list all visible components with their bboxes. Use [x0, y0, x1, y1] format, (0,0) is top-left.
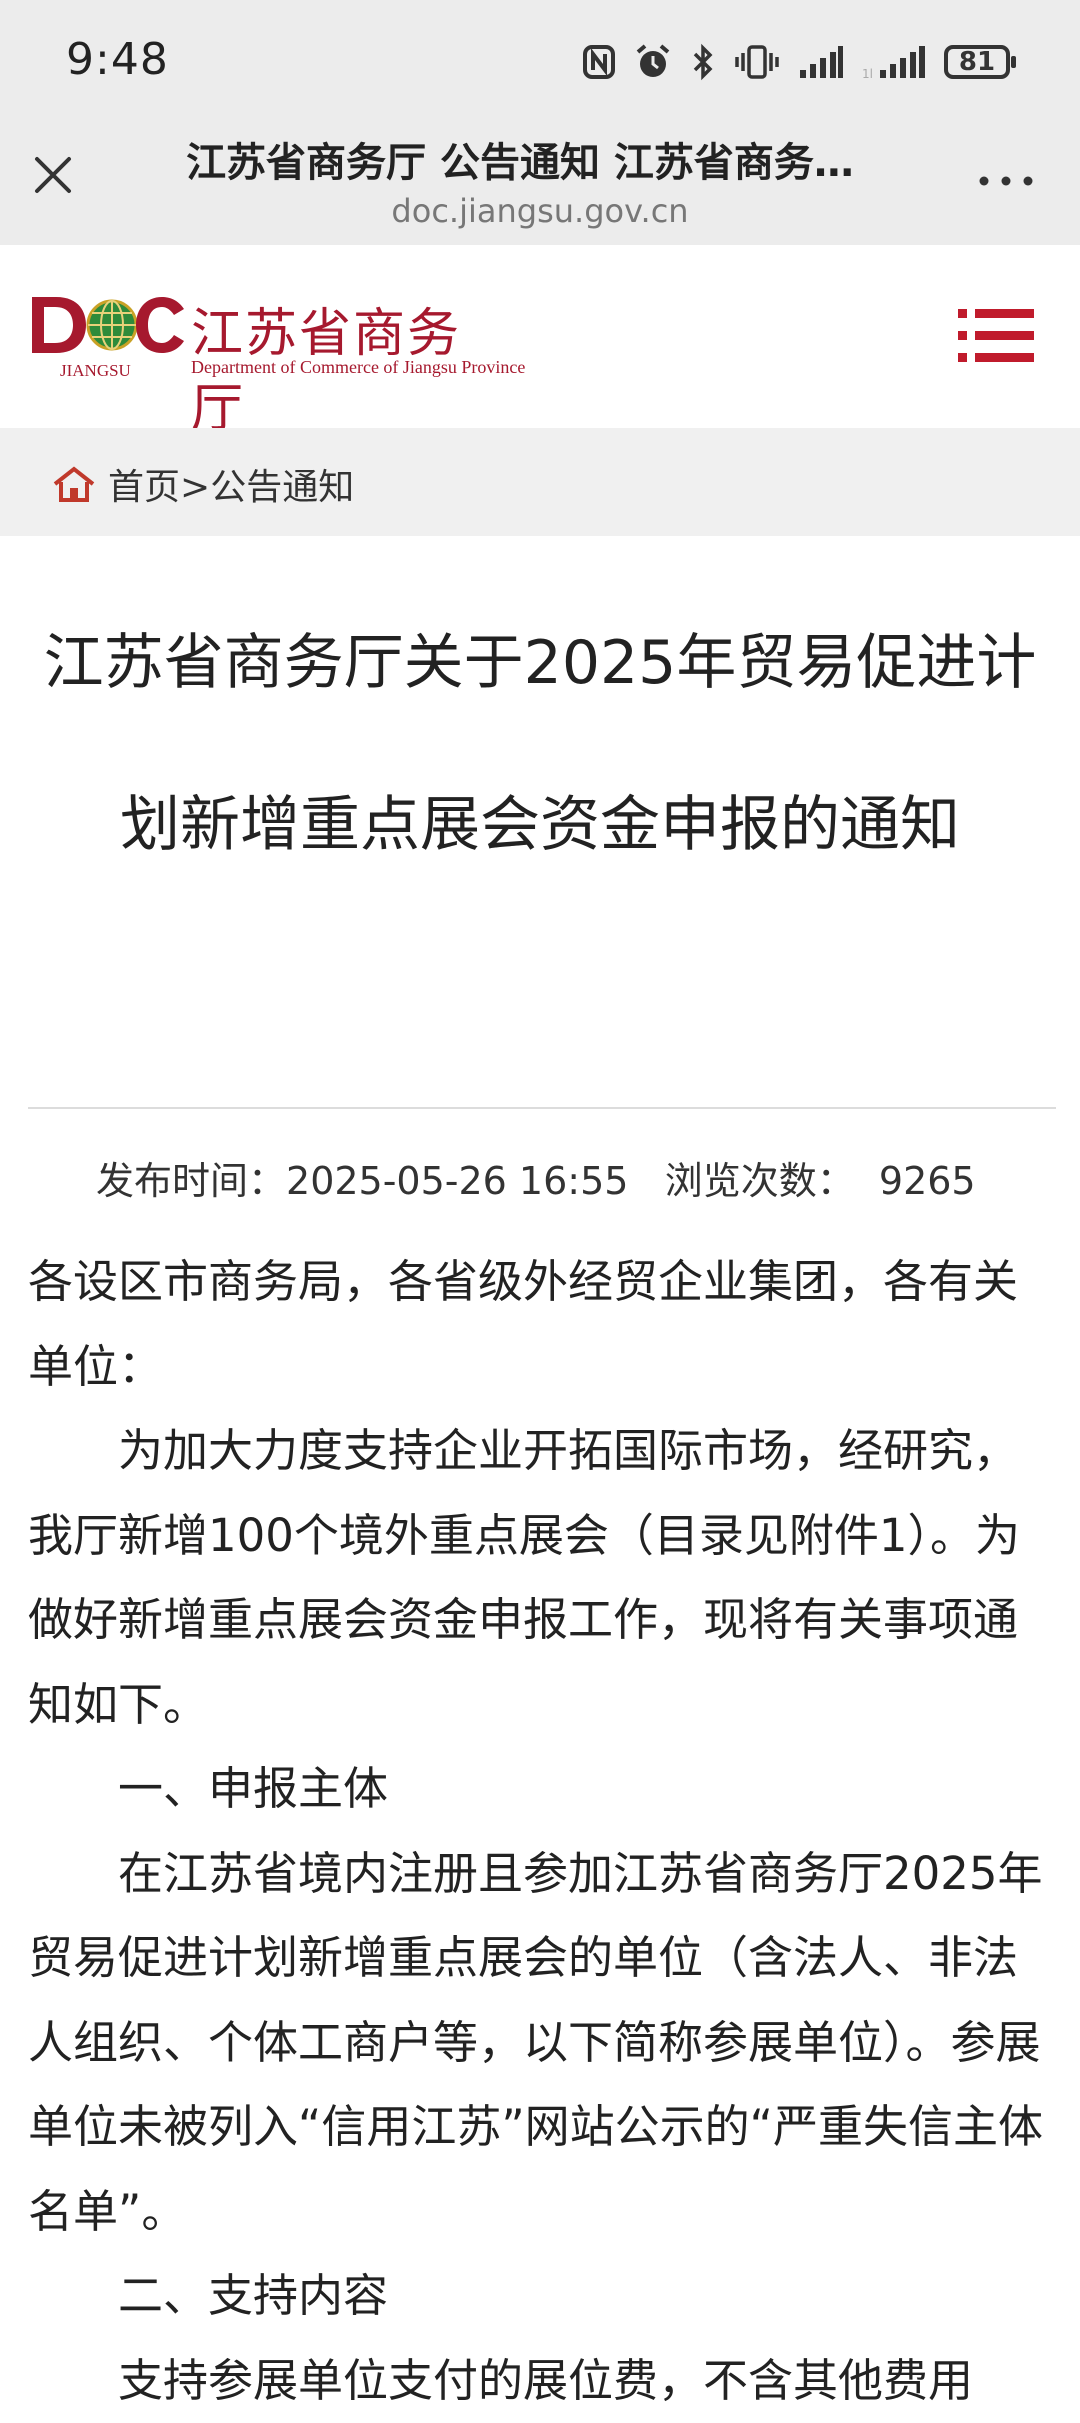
salutation: 各设区市商务局，各省级外经贸企业集团，各有关单位：	[28, 1240, 1056, 1409]
site-header: JIANGSU 江苏省商务厅 Department of Commerce of…	[0, 245, 1080, 428]
alarm-icon	[634, 43, 672, 81]
article-meta: 发布时间：2025-05-26 16:55 浏览次数： 9265	[96, 1150, 976, 1205]
status-icons: 1l 81	[582, 40, 1010, 84]
signal-2-icon: 1l	[862, 44, 926, 80]
breadcrumb-separator: >	[180, 467, 210, 508]
signal-icon	[798, 44, 844, 80]
doc-logo-icon	[28, 291, 188, 361]
battery-icon: 81	[944, 45, 1010, 79]
bluetooth-icon	[690, 43, 716, 81]
paragraph: 为加大力度支持企业开拓国际市场，经研究，我厅新增100个境外重点展会（目录见附件…	[28, 1409, 1056, 1747]
paragraph: 支持参展单位支付的展位费，不含其他费用	[28, 2339, 1056, 2423]
status-bar: 9:48 1l	[0, 0, 1080, 120]
logo-region-text: JIANGSU	[60, 361, 131, 381]
status-time: 9:48	[66, 34, 169, 85]
article-title: 江苏省商务厅关于2025年贸易促进计划新增重点展会资金申报的通知	[28, 582, 1052, 906]
page-title: 江苏省商务厅 公告通知 江苏省商务…	[130, 130, 910, 188]
nfc-icon	[582, 44, 616, 80]
site-name-en: Department of Commerce of Jiangsu Provin…	[191, 357, 525, 378]
close-button[interactable]	[28, 150, 78, 200]
publish-time: 2025-05-26 16:55	[286, 1159, 628, 1203]
article-body: 各设区市商务局，各省级外经贸企业集团，各有关单位： 为加大力度支持企业开拓国际市…	[28, 1240, 1056, 2423]
browser-toolbar: 江苏省商务厅 公告通知 江苏省商务… doc.jiangsu.gov.cn	[0, 120, 1080, 245]
page-url: doc.jiangsu.gov.cn	[130, 192, 950, 230]
view-count-label: 浏览次数：	[665, 1159, 855, 1203]
title-divider	[28, 1107, 1056, 1109]
publish-time-label: 发布时间：	[96, 1159, 286, 1203]
paragraph: 在江苏省境内注册且参加江苏省商务厅2025年贸易促进计划新增重点展会的单位（含法…	[28, 1832, 1056, 2255]
more-options-button[interactable]	[976, 166, 1036, 196]
breadcrumb-home-link[interactable]: 首页	[108, 467, 180, 508]
breadcrumb: 首页>公告通知	[108, 458, 354, 510]
breadcrumb-current-link[interactable]: 公告通知	[210, 467, 354, 508]
svg-text:1l: 1l	[862, 67, 873, 80]
menu-icon[interactable]	[958, 305, 1034, 367]
section-heading: 一、申报主体	[28, 1747, 1056, 1832]
section-heading: 二、支持内容	[28, 2254, 1056, 2339]
view-count: 9265	[879, 1159, 976, 1203]
breadcrumb-bar: 首页>公告通知	[0, 428, 1080, 536]
vibrate-icon	[734, 43, 780, 81]
home-icon	[52, 464, 96, 504]
site-logo[interactable]: JIANGSU 江苏省商务厅 Department of Commerce of…	[28, 291, 508, 391]
